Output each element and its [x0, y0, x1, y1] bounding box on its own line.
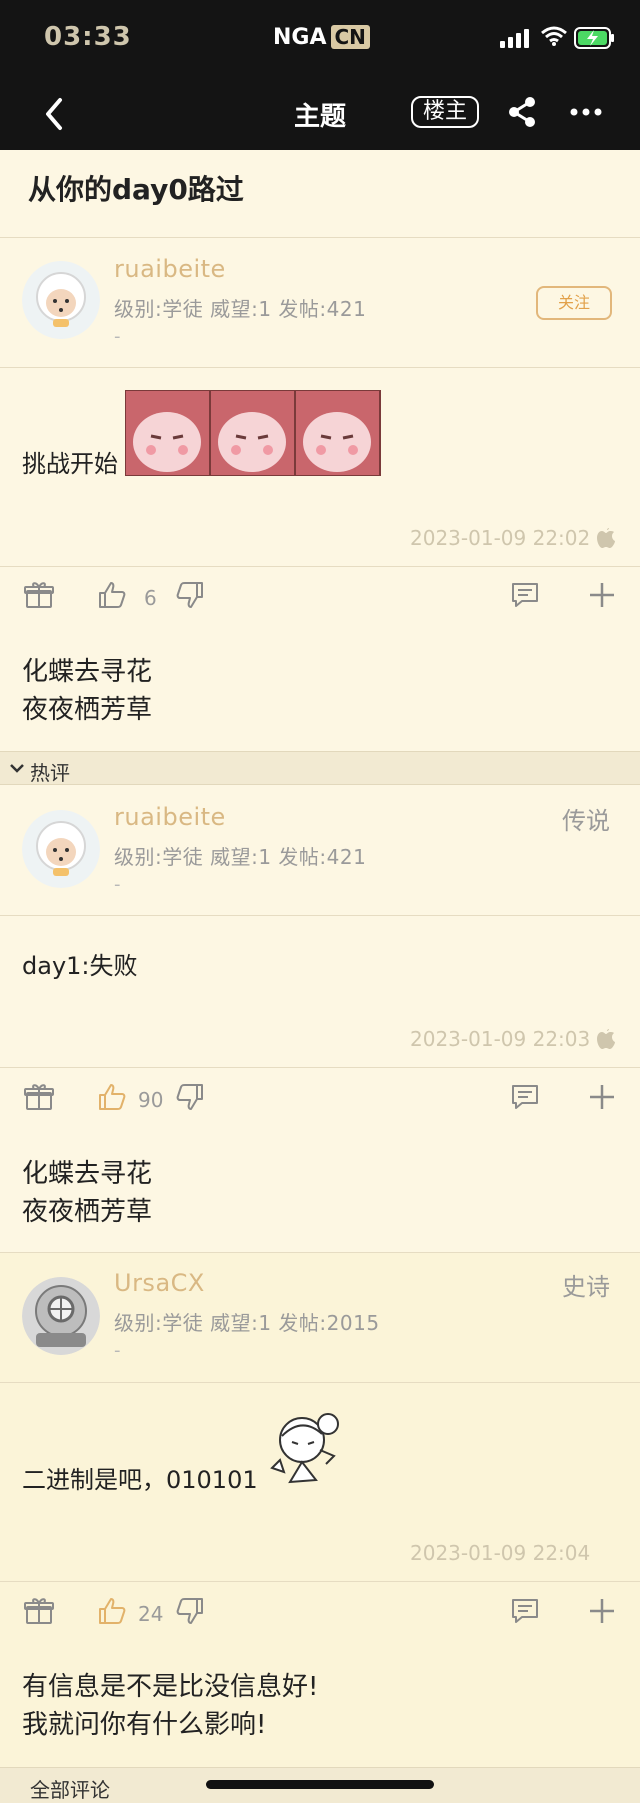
status-time: 03:33: [44, 22, 132, 52]
nga-logo: NGA CN: [273, 24, 370, 50]
post-action-bar: 6: [0, 568, 640, 628]
post-username[interactable]: ruaibeite: [114, 255, 226, 283]
avatar[interactable]: [22, 261, 100, 339]
like-count: 24: [138, 1602, 164, 1626]
gift-icon[interactable]: [24, 1082, 54, 1112]
dislike-icon[interactable]: [175, 1082, 205, 1112]
divider: [0, 367, 640, 368]
page-title: 主题: [293, 102, 346, 132]
divider: [0, 1067, 640, 1068]
apple-device-icon: [597, 1029, 615, 1049]
gift-icon[interactable]: [24, 580, 54, 610]
more-icon[interactable]: [570, 108, 602, 116]
post-timestamp: 2023-01-09 22:03: [410, 1027, 591, 1051]
anime-girl-sticker-image: [262, 1410, 348, 1492]
post-timestamp: 2023-01-09 22:04: [410, 1541, 591, 1565]
post-signature: 化蝶去寻花 夜夜栖芳草: [22, 653, 152, 729]
sheep-avatar-icon: [22, 261, 100, 339]
comment-icon[interactable]: [510, 580, 540, 610]
chevron-down-icon: [10, 764, 24, 773]
user-title-placeholder: -: [114, 874, 121, 895]
owner-only-button[interactable]: 楼主: [411, 96, 479, 128]
post-username[interactable]: UrsaCX: [114, 1269, 205, 1297]
bunny-sticker-image: [124, 389, 381, 480]
plus-icon[interactable]: [587, 580, 617, 610]
signature-line: 夜夜栖芳草: [22, 1197, 153, 1227]
signature-line: 夜夜栖芳草: [22, 695, 153, 725]
like-count: 90: [138, 1088, 164, 1112]
home-indicator[interactable]: [206, 1780, 434, 1789]
divider: [0, 237, 640, 238]
plus-icon[interactable]: [587, 1596, 617, 1626]
dislike-icon[interactable]: [175, 1596, 205, 1626]
user-title-placeholder: -: [114, 326, 121, 347]
post-timestamp: 2023-01-09 22:02: [410, 526, 591, 550]
post-action-bar: 24: [0, 1584, 640, 1644]
share-icon[interactable]: [506, 96, 538, 128]
follow-button[interactable]: 关注: [536, 286, 612, 320]
logo-suffix: CN: [330, 25, 370, 49]
post-signature: 有信息是不是比没信息好! 我就问你有什么影响!: [22, 1668, 318, 1744]
cellular-signal-icon: [500, 29, 529, 48]
divider: [0, 1382, 640, 1383]
signature-line: 化蝶去寻花: [22, 657, 153, 687]
thread-title: 从你的day0路过: [28, 173, 244, 206]
reply-rank-badge: 传说: [562, 807, 610, 835]
post-username[interactable]: ruaibeite: [114, 803, 226, 831]
post-action-bar: 90: [0, 1070, 640, 1130]
status-bar: 03:33 NGA CN: [0, 0, 640, 78]
signature-line: 我就问你有什么影响!: [22, 1710, 267, 1740]
user-title-placeholder: -: [114, 1340, 121, 1361]
hot-comments-header[interactable]: 热评: [0, 751, 640, 785]
divider: [0, 915, 640, 916]
diving-helmet-avatar-icon: [22, 1277, 100, 1355]
top-bar: 03:33 NGA CN 主题 楼主: [0, 0, 640, 150]
sheep-avatar-icon: [22, 810, 100, 888]
apple-device-icon: [597, 528, 615, 548]
like-count: 6: [144, 586, 157, 610]
like-icon-active[interactable]: [97, 1596, 127, 1626]
post-content: day1:失败: [22, 952, 138, 980]
divider: [0, 1581, 640, 1582]
dislike-icon[interactable]: [175, 580, 205, 610]
reply-rank-badge: 史诗: [562, 1273, 610, 1301]
wifi-icon: [541, 26, 567, 46]
post-content: 挑战开始: [22, 450, 118, 478]
signature-line: 有信息是不是比没信息好!: [22, 1672, 319, 1702]
avatar[interactable]: [22, 810, 100, 888]
post-user-meta: 级别:学徒 威望:1 发帖:2015: [114, 1311, 380, 1335]
signature-line: 化蝶去寻花: [22, 1159, 153, 1189]
logo-text: NGA: [273, 24, 327, 50]
nav-bar: 主题 楼主: [0, 78, 640, 150]
post-signature: 化蝶去寻花 夜夜栖芳草: [22, 1155, 152, 1231]
like-icon-active[interactable]: [97, 1082, 127, 1112]
divider: [0, 1252, 640, 1253]
comment-icon[interactable]: [510, 1082, 540, 1112]
divider: [0, 566, 640, 567]
gift-icon[interactable]: [24, 1596, 54, 1626]
like-icon[interactable]: [97, 580, 127, 610]
post-content: 二进制是吧，010101: [22, 1466, 258, 1494]
all-comments-label: 全部评论: [30, 1778, 110, 1802]
post-user-meta: 级别:学徒 威望:1 发帖:421: [114, 845, 367, 869]
comment-icon[interactable]: [510, 1596, 540, 1626]
battery-charging-icon: [574, 27, 614, 49]
post-user-meta: 级别:学徒 威望:1 发帖:421: [114, 297, 367, 321]
hot-comments-label: 热评: [30, 761, 70, 785]
avatar[interactable]: [22, 1277, 100, 1355]
plus-icon[interactable]: [587, 1082, 617, 1112]
